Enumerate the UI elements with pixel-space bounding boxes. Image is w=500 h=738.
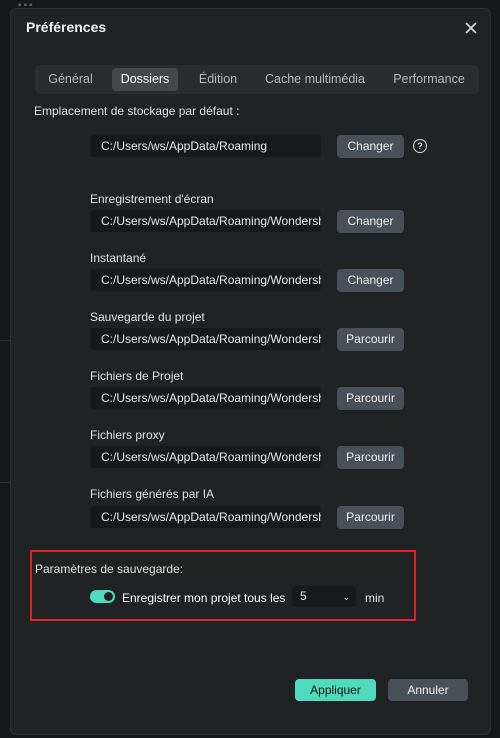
default-storage-label: Emplacement de stockage par défaut :	[34, 104, 240, 118]
screen-recording-change-button[interactable]: Changer	[337, 210, 404, 233]
toggle-knob	[104, 592, 113, 601]
folder-label-project-files: Fichiers de Projet	[90, 369, 184, 383]
apply-button[interactable]: Appliquer	[295, 679, 376, 701]
tab-performance[interactable]: Performance	[379, 65, 479, 94]
folder-label-proxy-files: Fichiers proxy	[90, 428, 165, 442]
folder-path-proxy-files[interactable]: C:/Users/ws/AppData/Roaming/Wondershare	[90, 446, 321, 468]
close-button[interactable]	[459, 16, 483, 40]
tab-cache[interactable]: Cache multimédia	[258, 65, 372, 94]
dialog-title: Préférences	[26, 19, 107, 35]
chevron-down-icon: ⌄	[342, 592, 350, 602]
folder-path-screen-recording[interactable]: C:/Users/ws/AppData/Roaming/Wondershare	[90, 210, 321, 232]
project-files-browse-button[interactable]: Parcourir	[337, 387, 404, 410]
close-icon	[465, 22, 477, 34]
auto-save-interval-select[interactable]: 5 ⌄	[292, 586, 356, 607]
auto-save-interval-value: 5	[300, 589, 307, 603]
folder-path-ai-files[interactable]: C:/Users/ws/AppData/Roaming/Wondershare	[90, 506, 321, 528]
auto-save-toggle[interactable]	[90, 590, 115, 603]
folder-label-project-backup: Sauvegarde du projet	[90, 310, 205, 324]
tab-bar: Général Dossiers Édition Cache multimédi…	[35, 65, 479, 94]
project-backup-browse-button[interactable]: Parcourir	[337, 328, 404, 351]
folder-label-snapshot: Instantané	[90, 251, 147, 265]
tab-general[interactable]: Général	[35, 65, 106, 94]
cancel-button[interactable]: Annuler	[388, 679, 468, 701]
default-storage-change-button[interactable]: Changer	[337, 135, 404, 158]
folder-path-snapshot[interactable]: C:/Users/ws/AppData/Roaming/Wondershare	[90, 269, 321, 291]
auto-save-label: Enregistrer mon projet tous les	[122, 591, 286, 605]
tab-dossiers[interactable]: Dossiers	[112, 68, 178, 91]
snapshot-change-button[interactable]: Changer	[337, 269, 404, 292]
backup-settings-title: Paramètres de sauvegarde:	[35, 562, 184, 576]
default-storage-path[interactable]: C:/Users/ws/AppData/Roaming	[90, 135, 321, 157]
backup-settings-highlight	[30, 550, 416, 621]
help-icon[interactable]: ?	[413, 139, 427, 153]
tab-edition[interactable]: Édition	[185, 65, 251, 94]
auto-save-unit: min	[365, 591, 385, 605]
preferences-dialog: Préférences Général Dossiers Édition Cac…	[10, 8, 491, 735]
folder-path-project-files[interactable]: C:/Users/ws/AppData/Roaming/Wondershare	[90, 387, 321, 409]
proxy-files-browse-button[interactable]: Parcourir	[337, 446, 404, 469]
folder-label-ai-files: Fichiers générés par IA	[90, 487, 215, 501]
folder-path-project-backup[interactable]: C:/Users/ws/AppData/Roaming/Wondershare	[90, 328, 321, 350]
ai-files-browse-button[interactable]: Parcourir	[337, 506, 404, 529]
folder-label-screen-recording: Enregistrement d'écran	[90, 192, 214, 206]
